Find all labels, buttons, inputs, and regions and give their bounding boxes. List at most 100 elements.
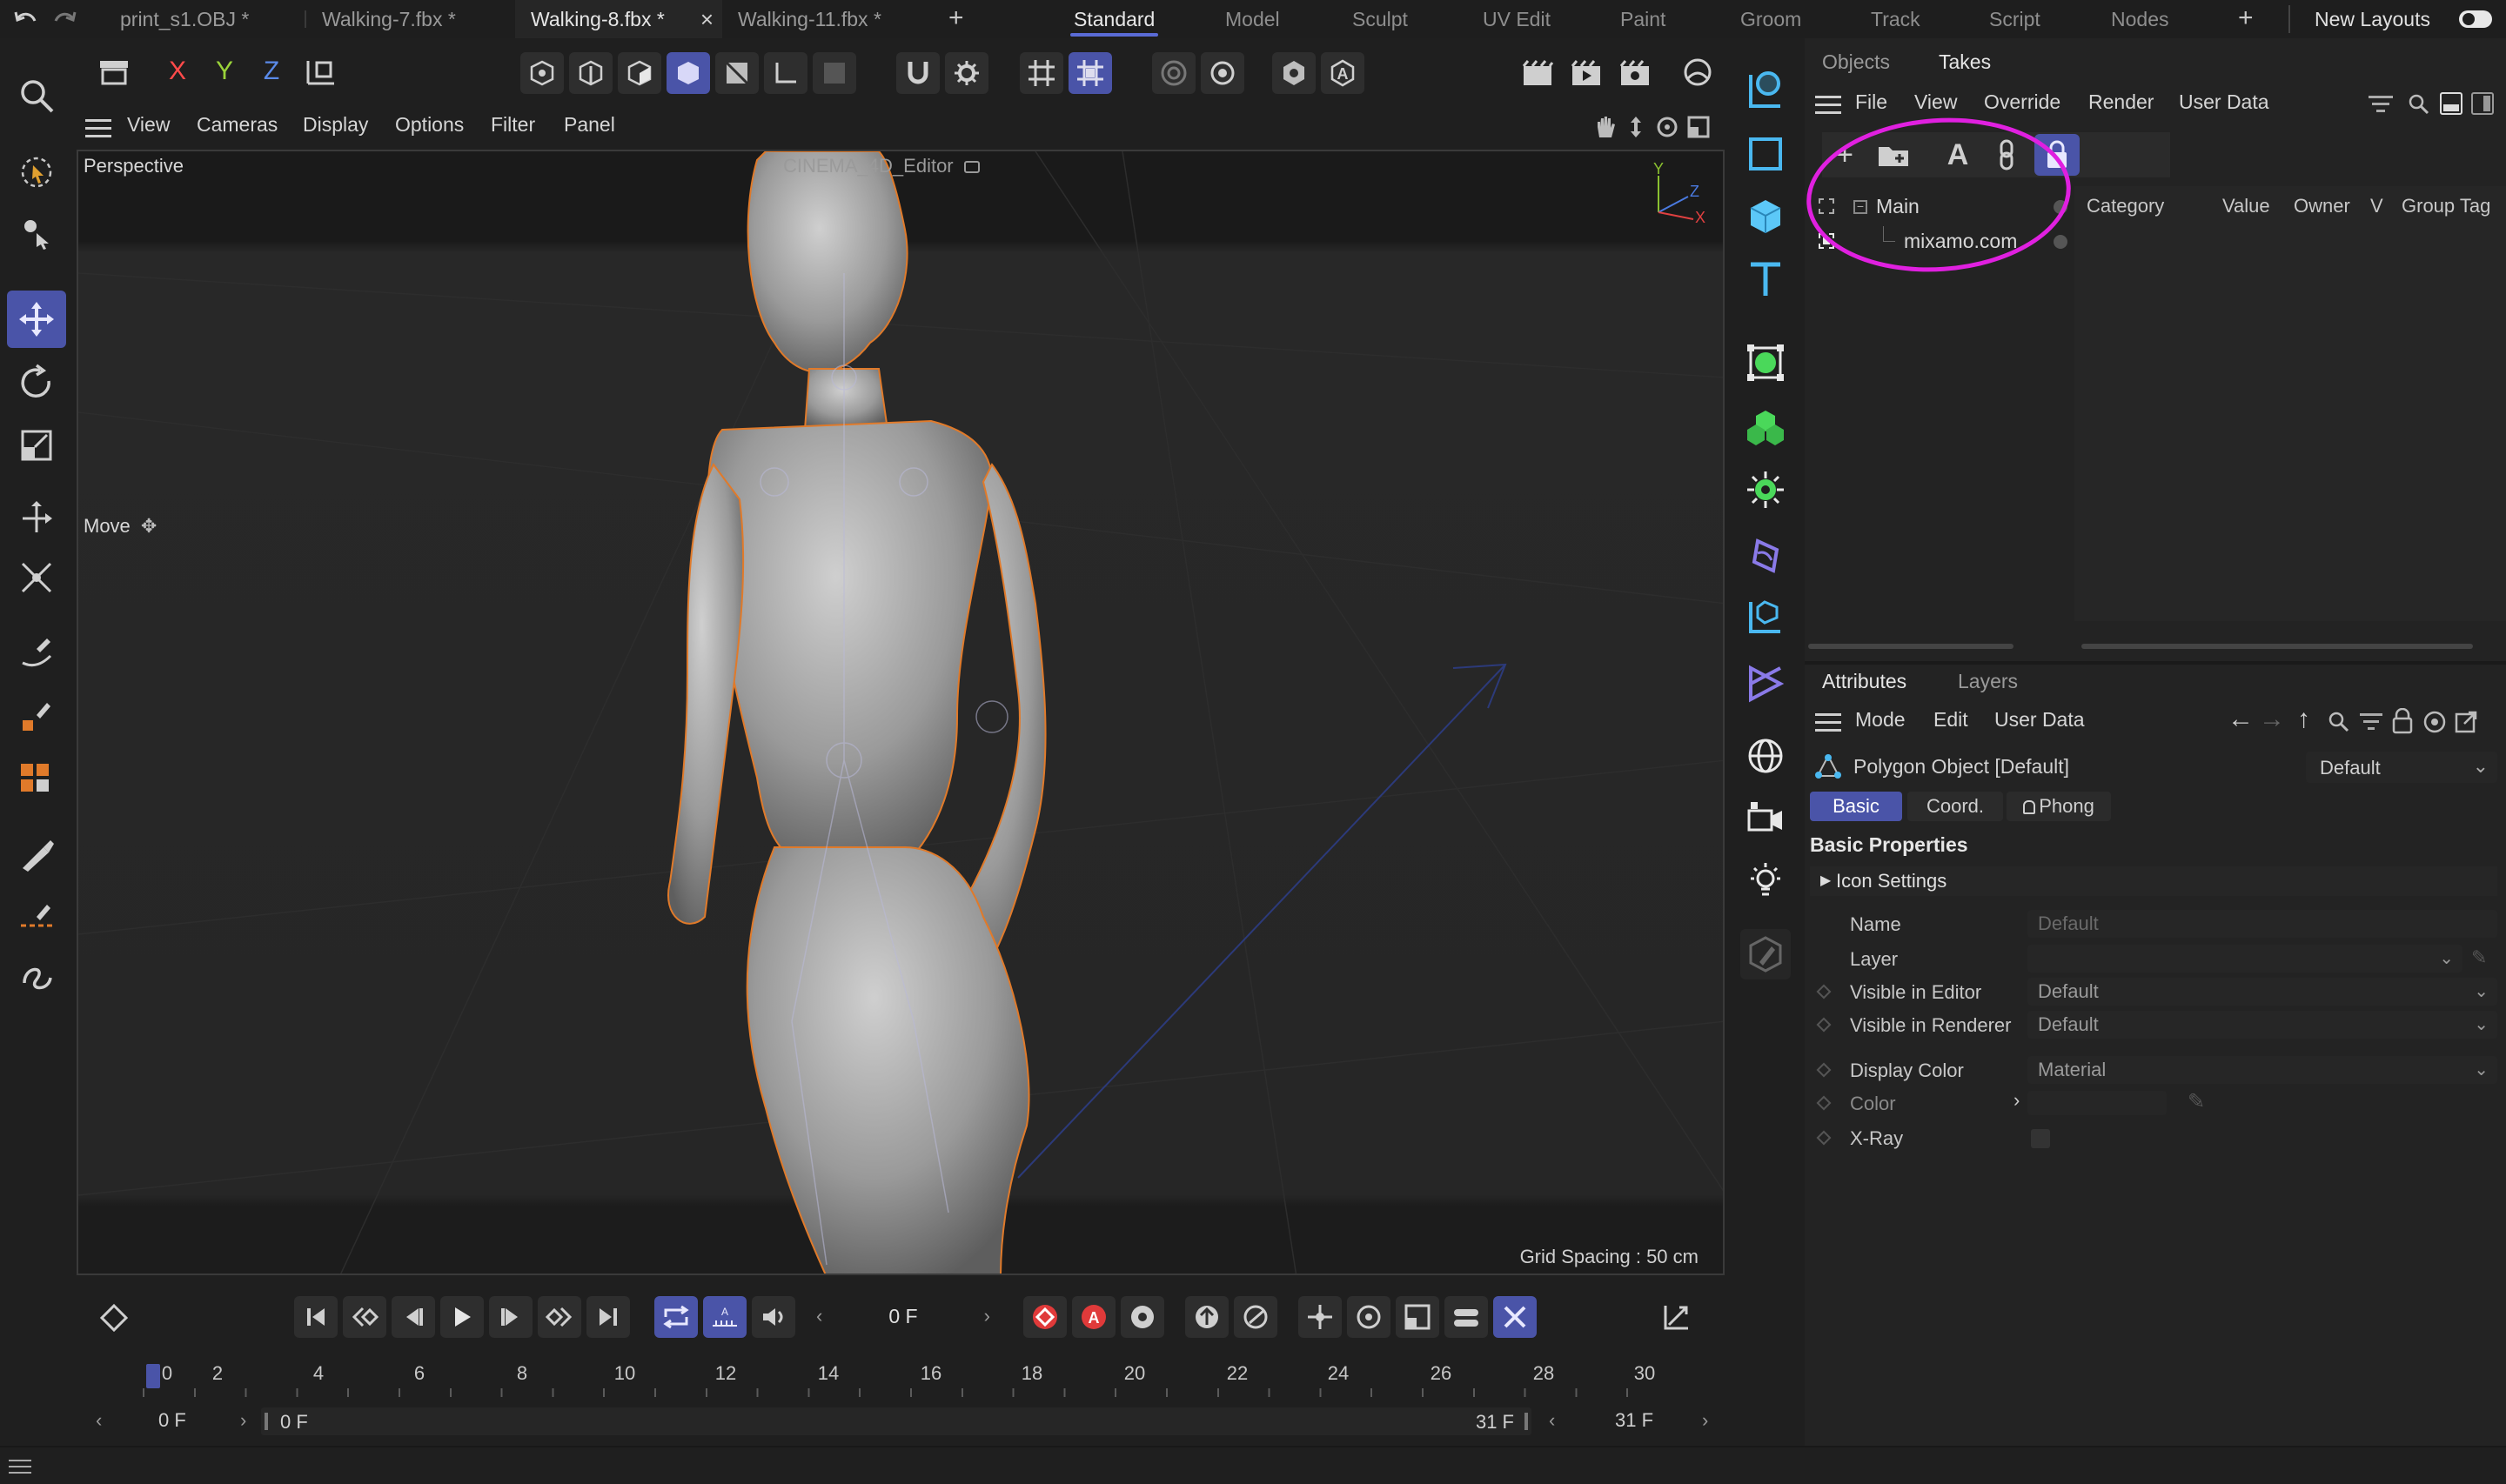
tweak-tool-icon[interactable]	[12, 209, 61, 257]
axis-mode-icon[interactable]	[764, 52, 807, 94]
environment-sky-icon[interactable]	[1740, 731, 1791, 781]
menu-user-data[interactable]: User Data	[1994, 708, 2085, 732]
doc-tab-walking-7[interactable]: Walking-7.fbx *	[306, 0, 512, 38]
render-to-picture-viewer-icon[interactable]	[1565, 52, 1608, 94]
subtab-coord[interactable]: Coord.	[1907, 792, 2003, 821]
panel-tab-objects[interactable]: Objects	[1822, 50, 1890, 74]
keyframe-settings-icon[interactable]	[1121, 1296, 1164, 1338]
modeling-settings-icon[interactable]	[1201, 52, 1244, 94]
hamburger-icon[interactable]	[9, 1458, 31, 1475]
cloner-icon[interactable]	[1740, 402, 1791, 452]
hamburger-icon[interactable]	[1815, 712, 1841, 732]
name-field[interactable]: Default	[2027, 910, 2497, 938]
renderer-label[interactable]: CINEMA_4D_Editor	[783, 155, 980, 177]
menu-edit[interactable]: Edit	[1933, 708, 1968, 732]
hamburger-icon[interactable]	[85, 117, 111, 137]
forward-arrow-icon[interactable]: →	[2259, 705, 2285, 734]
eyedropper-icon[interactable]: ✎	[2188, 1089, 2205, 1114]
columns-scrollbar[interactable]	[2081, 644, 2473, 649]
layout-tab-standard[interactable]: Standard	[1069, 0, 1159, 38]
polygons-mode-icon[interactable]	[618, 52, 661, 94]
menu-file[interactable]: File	[1855, 90, 1887, 114]
sound-icon[interactable]	[752, 1296, 795, 1338]
move-tool-icon[interactable]	[7, 291, 66, 348]
toggle-switch[interactable]	[2459, 10, 2492, 28]
key-param-pla-icon[interactable]	[1493, 1296, 1537, 1338]
key-param-scale-icon[interactable]	[1396, 1296, 1439, 1338]
keyframe-icon[interactable]	[94, 1298, 134, 1338]
hamburger-icon[interactable]	[1815, 94, 1841, 115]
transform-tool-icon[interactable]	[12, 494, 61, 543]
column-owner[interactable]: Owner	[2294, 195, 2350, 217]
f-curve-icon[interactable]	[1655, 1296, 1699, 1338]
layer-field[interactable]: ⌄	[2027, 945, 2462, 973]
tag-lasso-icon[interactable]	[1740, 64, 1791, 115]
next-key-icon[interactable]	[538, 1296, 581, 1338]
search-icon[interactable]	[12, 71, 61, 120]
play-icon[interactable]	[440, 1296, 484, 1338]
menu-filter[interactable]: Filter	[491, 113, 535, 137]
render-settings-icon[interactable]	[1613, 52, 1657, 94]
menu-cameras[interactable]: Cameras	[197, 113, 278, 137]
panel-tab-attributes[interactable]: Attributes	[1822, 670, 1906, 693]
orbit-icon[interactable]	[1655, 115, 1679, 139]
scale-tool-icon[interactable]	[12, 421, 61, 470]
frame-increment-icon[interactable]: ›	[984, 1305, 990, 1327]
cube-icon[interactable]	[1740, 191, 1791, 242]
dolly-icon[interactable]	[1624, 115, 1648, 139]
visible-editor-dropdown[interactable]: Default ⌄	[2027, 978, 2497, 1006]
animate-diamond-icon[interactable]	[1816, 984, 1832, 999]
spline-pen-icon[interactable]	[12, 626, 61, 675]
layout-tab-model[interactable]: Model	[1225, 0, 1280, 38]
display-color-dropdown[interactable]: Material ⌄	[2027, 1056, 2497, 1084]
menu-render[interactable]: Render	[2088, 90, 2154, 114]
layout-tab-script[interactable]: Script	[1989, 0, 2040, 38]
column-v[interactable]: V	[2370, 195, 2383, 217]
menu-view[interactable]: View	[127, 113, 170, 137]
workplane-grid-icon[interactable]	[1020, 52, 1063, 94]
filter-icon[interactable]	[2360, 712, 2382, 731]
doc-tab-print[interactable]: print_s1.OBJ *	[104, 0, 305, 38]
loop-icon[interactable]	[654, 1296, 698, 1338]
subtab-basic[interactable]: Basic	[1810, 792, 1902, 821]
menu-mode[interactable]: Mode	[1855, 708, 1906, 732]
playhead[interactable]	[146, 1364, 160, 1388]
grid-snap-icon[interactable]	[1069, 52, 1112, 94]
effector-icon[interactable]	[1740, 465, 1791, 515]
layout-tab-nodes[interactable]: Nodes	[2111, 0, 2168, 38]
layout-tab-paint[interactable]: Paint	[1620, 0, 1665, 38]
menu-override[interactable]: Override	[1984, 90, 2060, 114]
close-tab-icon[interactable]: ×	[700, 0, 714, 38]
expand-color-icon[interactable]: ›	[2014, 1089, 2020, 1112]
up-arrow-icon[interactable]: ↑	[2297, 705, 2310, 734]
camera-label[interactable]: Perspective	[84, 155, 184, 177]
key-param-move-icon[interactable]	[1298, 1296, 1342, 1338]
undo-icon[interactable]	[12, 7, 38, 31]
redo-icon[interactable]	[52, 7, 78, 31]
search-icon[interactable]	[2327, 710, 2349, 732]
key-rotation-icon[interactable]	[1234, 1296, 1277, 1338]
range-handle-right[interactable]	[1524, 1413, 1528, 1430]
range-left-arrow[interactable]: ‹	[96, 1409, 102, 1432]
layout-tab-sculpt[interactable]: Sculpt	[1352, 0, 1408, 38]
snap-settings-icon[interactable]	[945, 52, 988, 94]
soft-selection-icon[interactable]	[12, 553, 61, 602]
new-layouts-button[interactable]: New Layouts	[2315, 0, 2430, 38]
layout-tab-groom[interactable]: Groom	[1740, 0, 1801, 38]
layout-horizontal-icon[interactable]	[2440, 92, 2462, 115]
eyedropper-icon[interactable]: ✎	[2471, 946, 2487, 969]
go-to-end-icon[interactable]	[586, 1296, 630, 1338]
subdivision-generator-icon[interactable]	[1740, 338, 1791, 388]
menu-view[interactable]: View	[1914, 90, 1957, 114]
points-mode-icon[interactable]	[520, 52, 564, 94]
add-tab-icon[interactable]: +	[948, 3, 964, 33]
animate-diamond-icon[interactable]	[1816, 1017, 1832, 1033]
previous-frame-icon[interactable]	[392, 1296, 435, 1338]
go-to-start-icon[interactable]	[294, 1296, 338, 1338]
doc-tab-walking-11[interactable]: Walking-11.fbx *	[722, 0, 928, 38]
pan-hand-icon[interactable]	[1592, 115, 1617, 139]
icon-settings-group[interactable]: ▶ Icon Settings	[1810, 866, 2497, 896]
rotate-tool-icon[interactable]	[12, 358, 61, 407]
panel-tab-layers[interactable]: Layers	[1958, 670, 2018, 693]
next-frame-icon[interactable]	[489, 1296, 533, 1338]
